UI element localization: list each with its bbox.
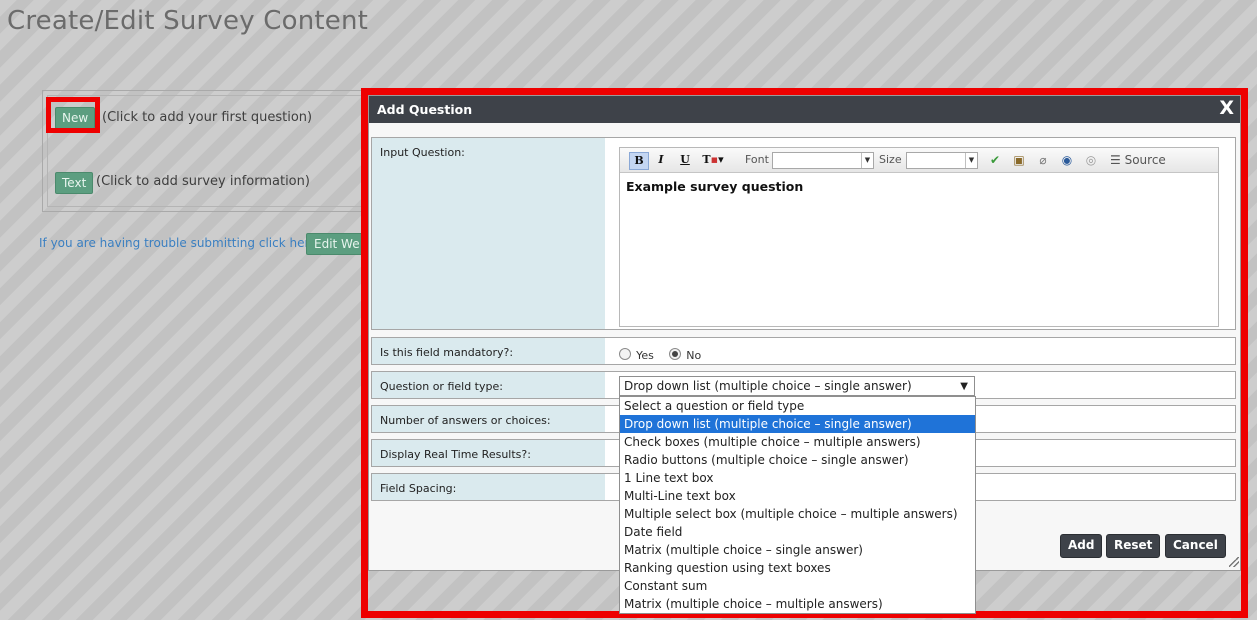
field-type-dropdown-list: Select a question or field type Drop dow… [619, 396, 976, 614]
add-text-button[interactable]: Text [55, 172, 94, 194]
add-text-hint: (Click to add survey information) [96, 174, 310, 189]
new-question-hint: (Click to add your first question) [102, 110, 313, 125]
dropdown-option-selected[interactable]: Drop down list (multiple choice – single… [620, 415, 975, 433]
dropdown-option[interactable]: Select a question or field type [620, 397, 975, 415]
dropdown-option[interactable]: Multi-Line text box [620, 487, 975, 505]
dropdown-option[interactable]: Date field [620, 523, 975, 541]
dropdown-option[interactable]: Matrix (multiple choice – single answer) [620, 541, 975, 559]
dropdown-option[interactable]: Radio buttons (multiple choice – single … [620, 451, 975, 469]
dropdown-option[interactable]: Ranking question using text boxes [620, 559, 975, 577]
dropdown-option[interactable]: Check boxes (multiple choice – multiple … [620, 433, 975, 451]
trouble-submitting-link[interactable]: If you are having trouble submitting cli… [39, 236, 320, 250]
dropdown-option[interactable]: 1 Line text box [620, 469, 975, 487]
dropdown-option[interactable]: Constant sum [620, 577, 975, 595]
dropdown-option[interactable]: Matrix (multiple choice – multiple answe… [620, 595, 975, 613]
new-button-highlight [46, 97, 100, 133]
dropdown-option[interactable]: Multiple select box (multiple choice – m… [620, 505, 975, 523]
page-title: Create/Edit Survey Content [7, 6, 369, 36]
